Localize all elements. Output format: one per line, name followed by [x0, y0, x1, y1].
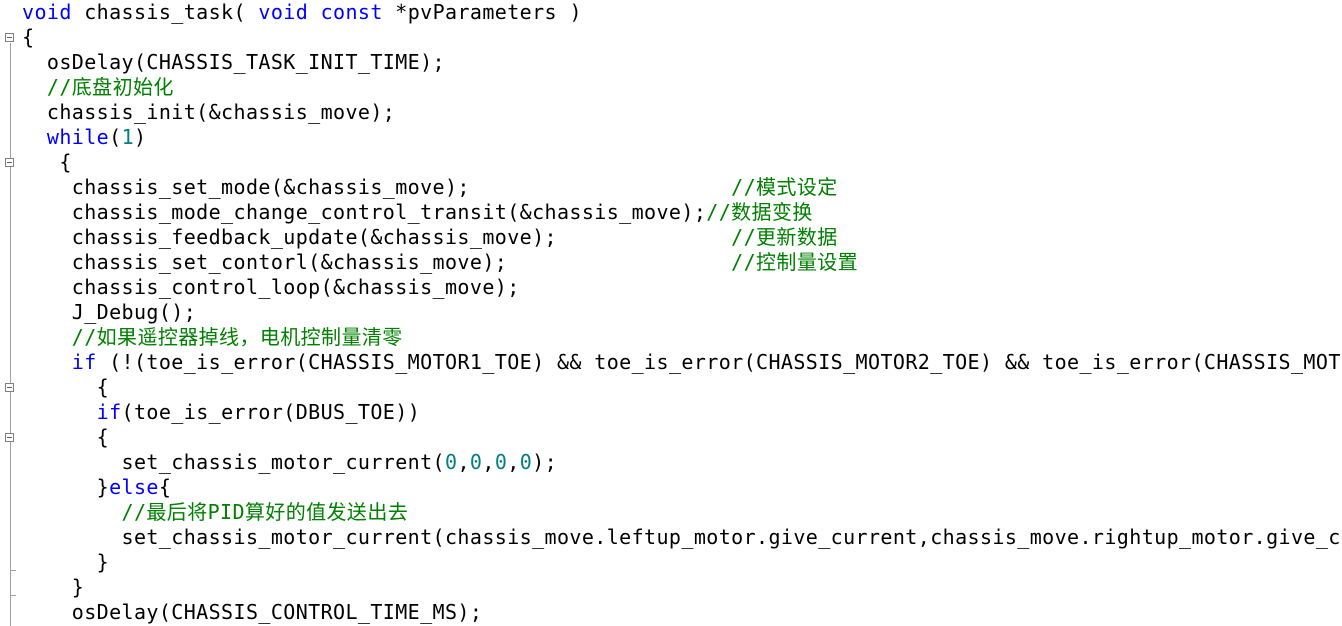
keyword-token: const [320, 0, 383, 24]
code-token: osDelay(CHASSIS_CONTROL_TIME_MS); [22, 600, 483, 624]
code-line[interactable]: J_Debug(); [22, 300, 196, 325]
code-line[interactable]: } [22, 550, 109, 575]
comment-token: //控制量设置 [731, 250, 859, 274]
code-token: (toe_is_error(DBUS_TOE)) [121, 400, 421, 424]
code-token: chassis_control_loop(&chassis_move); [22, 275, 520, 299]
fold-collapse-icon[interactable] [5, 33, 14, 42]
code-token: chassis_set_mode(&chassis_move); [22, 175, 732, 199]
code-line[interactable]: osDelay(CHASSIS_CONTROL_TIME_MS); [22, 600, 482, 625]
code-token: chassis_set_contorl(&chassis_move); [22, 250, 732, 274]
code-token: ); [532, 450, 558, 474]
number-token: 0 [469, 450, 483, 474]
code-token: set_chassis_motor_current( [22, 450, 445, 474]
code-token: { [22, 25, 35, 49]
comment-token: //更新数据 [731, 225, 838, 249]
code-token: chassis_init(&chassis_move); [22, 100, 396, 124]
code-token: } [22, 475, 110, 499]
code-token: J_Debug(); [22, 300, 197, 324]
code-token: { [22, 425, 110, 449]
fold-gutter [0, 0, 18, 626]
number-token: 0 [445, 450, 458, 474]
code-line[interactable]: void chassis_task( void const *pvParamet… [22, 0, 582, 25]
number-token: 0 [494, 450, 508, 474]
code-line[interactable]: //底盘初始化 [22, 75, 174, 100]
code-token: { [22, 150, 72, 174]
code-line[interactable]: //最后将PID算好的值发送出去 [22, 500, 408, 525]
code-line[interactable]: { [22, 375, 109, 400]
code-line[interactable]: { [22, 150, 72, 175]
comment-token: //如果遥控器掉线，电机控制量清零 [22, 325, 403, 349]
keyword-token: void [22, 0, 72, 24]
code-token: chassis_mode_change_control_transit(&cha… [22, 200, 707, 224]
comment-token: //数据变换 [706, 200, 813, 224]
fold-end-marker [10, 570, 16, 571]
code-line[interactable]: }else{ [22, 475, 171, 500]
code-line[interactable]: osDelay(CHASSIS_TASK_INIT_TIME); [22, 50, 445, 75]
code-token: , [507, 450, 520, 474]
code-line[interactable]: chassis_feedback_update(&chassis_move); … [22, 225, 838, 250]
fold-end-marker [10, 595, 16, 596]
code-token: (!(toe_is_error(CHASSIS_MOTOR1_TOE) && t… [96, 350, 1341, 374]
fold-collapse-icon[interactable] [5, 383, 14, 392]
code-line[interactable]: { [22, 25, 34, 50]
code-line[interactable]: chassis_set_mode(&chassis_move); //模式设定 [22, 175, 838, 200]
number-token: 0 [519, 450, 533, 474]
code-line[interactable]: chassis_control_loop(&chassis_move); [22, 275, 520, 300]
code-line[interactable]: if(toe_is_error(DBUS_TOE)) [22, 400, 420, 425]
code-line[interactable]: chassis_mode_change_control_transit(&cha… [22, 200, 813, 225]
keyword-token: if [96, 400, 122, 424]
code-token: { [22, 375, 110, 399]
code-token: { [158, 475, 172, 499]
comment-token: //最后将PID算好的值发送出去 [22, 500, 409, 524]
code-token: } [22, 575, 85, 599]
keyword-token: void [258, 0, 309, 24]
code-line[interactable]: } [22, 575, 84, 600]
comment-token: //底盘初始化 [22, 75, 174, 99]
comment-token: //模式设定 [731, 175, 838, 199]
code-token: ) [134, 125, 147, 149]
code-token: } [22, 550, 110, 574]
code-line[interactable]: if (!(toe_is_error(CHASSIS_MOTOR1_TOE) &… [22, 350, 1341, 375]
code-token: set_chassis_motor_current(chassis_move.l… [22, 525, 1341, 549]
code-line[interactable]: set_chassis_motor_current(0,0,0,0); [22, 450, 557, 475]
code-line[interactable]: { [22, 425, 109, 450]
code-line[interactable]: chassis_init(&chassis_move); [22, 100, 395, 125]
fold-collapse-icon[interactable] [5, 158, 14, 167]
code-token: osDelay(CHASSIS_TASK_INIT_TIME); [22, 50, 445, 74]
code-editor[interactable]: void chassis_task( void const *pvParamet… [0, 0, 1342, 626]
code-token: ( [109, 125, 122, 149]
fold-collapse-icon[interactable] [5, 433, 14, 442]
code-token: , [482, 450, 495, 474]
code-line[interactable]: //如果遥控器掉线，电机控制量清零 [22, 325, 403, 350]
keyword-token: while [46, 125, 110, 149]
number-token: 1 [121, 125, 135, 149]
code-line[interactable]: while(1) [22, 125, 146, 150]
code-token: *pvParameters ) [382, 0, 582, 24]
code-area[interactable]: void chassis_task( void const *pvParamet… [22, 0, 1342, 626]
code-token: chassis_task( [71, 0, 259, 24]
fold-line [10, 43, 11, 626]
keyword-token: if [71, 350, 97, 374]
code-token: , [457, 450, 470, 474]
code-token: chassis_feedback_update(&chassis_move); [22, 225, 732, 249]
code-line[interactable]: chassis_set_contorl(&chassis_move); //控制… [22, 250, 858, 275]
code-line[interactable]: set_chassis_motor_current(chassis_move.l… [22, 525, 1341, 550]
keyword-token: else [109, 475, 159, 499]
